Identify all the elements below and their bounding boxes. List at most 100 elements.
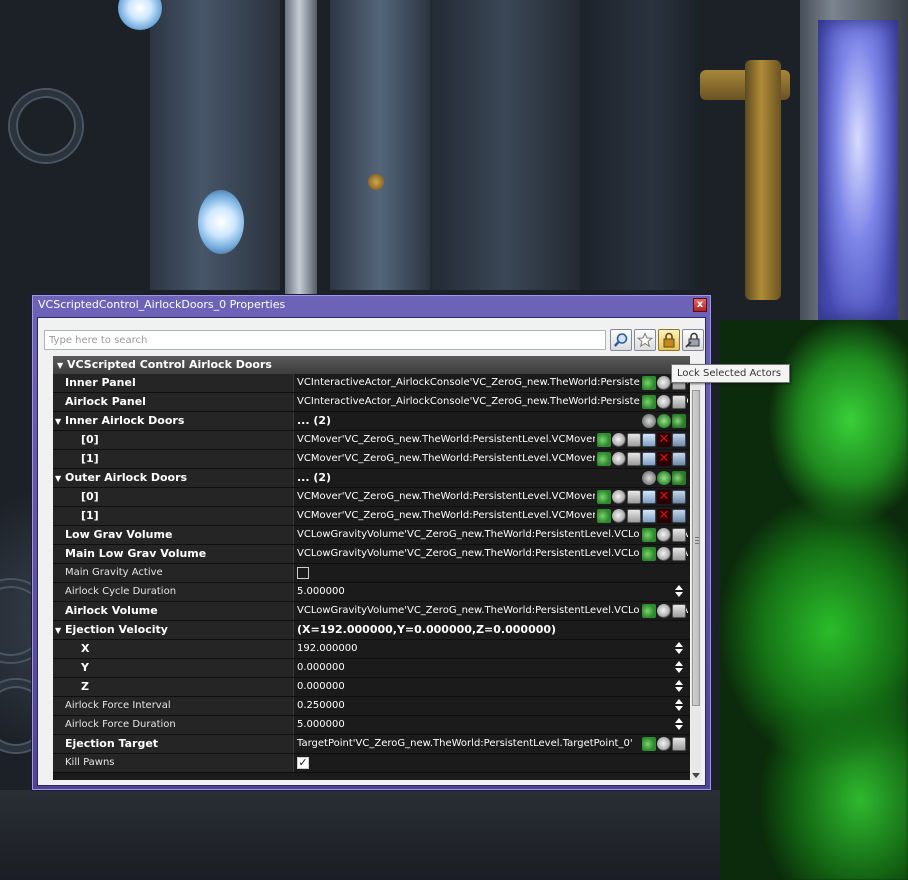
main-gravity-active-checkbox[interactable] (297, 567, 309, 579)
use-selected-icon[interactable] (642, 604, 656, 618)
property-value[interactable]: 0.000000 (295, 678, 688, 696)
delete-icon[interactable]: ✕ (657, 452, 671, 466)
property-row-low-grav-volume[interactable]: Low Grav Volume VCLowGravityVolume'VC_Ze… (53, 526, 690, 545)
find-icon[interactable] (657, 604, 671, 618)
number-spinner[interactable] (674, 718, 684, 732)
insert-icon[interactable] (642, 490, 656, 504)
find-icon[interactable] (612, 509, 626, 523)
lock-selected-button[interactable] (658, 329, 680, 351)
property-row-inner-panel[interactable]: Inner Panel VCInteractiveActor_AirlockCo… (53, 374, 690, 393)
duplicate-icon[interactable] (672, 509, 686, 523)
find-icon[interactable] (612, 490, 626, 504)
scroll-down-arrow-icon[interactable] (692, 773, 700, 778)
find-icon[interactable] (657, 528, 671, 542)
find-icon[interactable] (657, 547, 671, 561)
properties-window[interactable]: VCScriptedControl_AirlockDoors_0 Propert… (31, 294, 712, 791)
spin-down-icon[interactable] (675, 668, 683, 673)
property-value[interactable]: 5.000000 (295, 583, 688, 601)
spin-down-icon[interactable] (675, 687, 683, 692)
property-value[interactable]: VCInteractiveActor_AirlockConsole'VC_Zer… (295, 374, 688, 392)
search-button[interactable] (610, 329, 632, 351)
property-row-main-low-grav-volume[interactable]: Main Low Grav Volume VCLowGravityVolume'… (53, 545, 690, 564)
property-row-airlock-force-duration[interactable]: Airlock Force Duration 5.000000 (53, 716, 690, 735)
insert-icon[interactable] (642, 433, 656, 447)
property-row-inner-airlock-doors[interactable]: ▼ Inner Airlock Doors ... (2) (53, 412, 690, 431)
spin-down-icon[interactable] (675, 649, 683, 654)
delete-icon[interactable]: ✕ (657, 509, 671, 523)
use-selected-icon[interactable] (597, 433, 611, 447)
find-icon[interactable] (657, 395, 671, 409)
property-grid[interactable]: ▼ VCScripted Control Airlock Doors Inner … (53, 356, 690, 780)
use-selected-icon[interactable] (642, 737, 656, 751)
category-header[interactable]: ▼ VCScripted Control Airlock Doors (53, 356, 690, 374)
spin-up-icon[interactable] (675, 699, 683, 704)
browse-icon[interactable] (672, 395, 686, 409)
duplicate-icon[interactable] (672, 433, 686, 447)
property-row-array-item[interactable]: [0] VCMover'VC_ZeroG_new.TheWorld:Persis… (53, 488, 690, 507)
browse-icon[interactable] (672, 528, 686, 542)
property-value[interactable]: VCLowGravityVolume'VC_ZeroG_new.TheWorld… (295, 545, 688, 563)
property-row-y[interactable]: Y 0.000000 (53, 659, 690, 678)
duplicate-icon[interactable] (672, 452, 686, 466)
number-spinner[interactable] (674, 661, 684, 675)
find-icon[interactable] (657, 737, 671, 751)
number-spinner[interactable] (674, 680, 684, 694)
property-row-array-item[interactable]: [1] VCMover'VC_ZeroG_new.TheWorld:Persis… (53, 450, 690, 469)
scroll-thumb[interactable] (692, 390, 700, 706)
empty-array-icon[interactable] (642, 414, 656, 428)
use-selected-icon[interactable] (597, 490, 611, 504)
delete-icon[interactable]: ✕ (657, 433, 671, 447)
number-spinner[interactable] (674, 699, 684, 713)
use-selected-icon[interactable] (597, 452, 611, 466)
browse-icon[interactable] (672, 547, 686, 561)
spin-down-icon[interactable] (675, 592, 683, 597)
find-icon[interactable] (657, 376, 671, 390)
property-value[interactable]: 5.000000 (295, 716, 688, 734)
property-row-airlock-panel[interactable]: Airlock Panel VCInteractiveActor_Airlock… (53, 393, 690, 412)
kill-pawns-checkbox[interactable]: ✓ (297, 757, 309, 769)
spin-up-icon[interactable] (675, 642, 683, 647)
spin-up-icon[interactable] (675, 680, 683, 685)
use-selected-icon[interactable] (642, 547, 656, 561)
insert-icon[interactable] (642, 452, 656, 466)
property-value[interactable]: TargetPoint'VC_ZeroG_new.TheWorld:Persis… (295, 735, 688, 753)
property-value[interactable]: VCMover'VC_ZeroG_new.TheWorld:Persistent… (295, 507, 688, 525)
add-item-icon[interactable] (657, 471, 671, 485)
title-bar[interactable]: VCScriptedControl_AirlockDoors_0 Propert… (32, 295, 711, 316)
use-selected-icon[interactable] (597, 509, 611, 523)
spin-up-icon[interactable] (675, 585, 683, 590)
expand-arrow-icon[interactable]: ▼ (55, 622, 65, 639)
browse-icon[interactable] (627, 433, 641, 447)
property-row-ejection-target[interactable]: Ejection Target TargetPoint'VC_ZeroG_new… (53, 735, 690, 754)
browse-icon[interactable] (627, 490, 641, 504)
property-row-main-gravity-active[interactable]: Main Gravity Active (53, 564, 690, 583)
search-input[interactable] (44, 330, 606, 350)
property-row-z[interactable]: Z 0.000000 (53, 678, 690, 697)
vertical-scrollbar[interactable] (691, 376, 701, 780)
property-row-ejection-velocity[interactable]: ▼ Ejection Velocity (X=192.000000,Y=0.000… (53, 621, 690, 640)
property-row-airlock-cycle-duration[interactable]: Airlock Cycle Duration 5.000000 (53, 583, 690, 602)
close-button[interactable]: x (693, 298, 707, 312)
expand-arrow-icon[interactable]: ▼ (55, 470, 65, 487)
collapse-arrow-icon[interactable]: ▼ (57, 357, 67, 375)
empty-array-icon[interactable] (642, 471, 656, 485)
property-row-airlock-force-interval[interactable]: Airlock Force Interval 0.250000 (53, 697, 690, 716)
property-row-kill-pawns[interactable]: Kill Pawns ✓ (53, 754, 690, 773)
browse-icon[interactable] (672, 737, 686, 751)
expand-arrow-icon[interactable]: ▼ (55, 413, 65, 430)
property-value[interactable]: VCMover'VC_ZeroG_new.TheWorld:Persistent… (295, 431, 688, 449)
duplicate-icon[interactable] (672, 490, 686, 504)
spin-up-icon[interactable] (675, 661, 683, 666)
clear-icon[interactable] (672, 471, 686, 485)
favorites-button[interactable] (634, 329, 656, 351)
property-row-array-item[interactable]: [0] VCMover'VC_ZeroG_new.TheWorld:Persis… (53, 431, 690, 450)
property-value[interactable]: 192.000000 (295, 640, 688, 658)
use-selected-icon[interactable] (642, 528, 656, 542)
property-value[interactable]: 0.250000 (295, 697, 688, 715)
property-row-x[interactable]: X 192.000000 (53, 640, 690, 659)
property-value[interactable]: 0.000000 (295, 659, 688, 677)
property-value[interactable]: VCLowGravityVolume'VC_ZeroG_new.TheWorld… (295, 602, 688, 620)
browse-icon[interactable] (627, 452, 641, 466)
property-row-outer-airlock-doors[interactable]: ▼ Outer Airlock Doors ... (2) (53, 469, 690, 488)
property-value[interactable]: VCMover'VC_ZeroG_new.TheWorld:Persistent… (295, 488, 688, 506)
